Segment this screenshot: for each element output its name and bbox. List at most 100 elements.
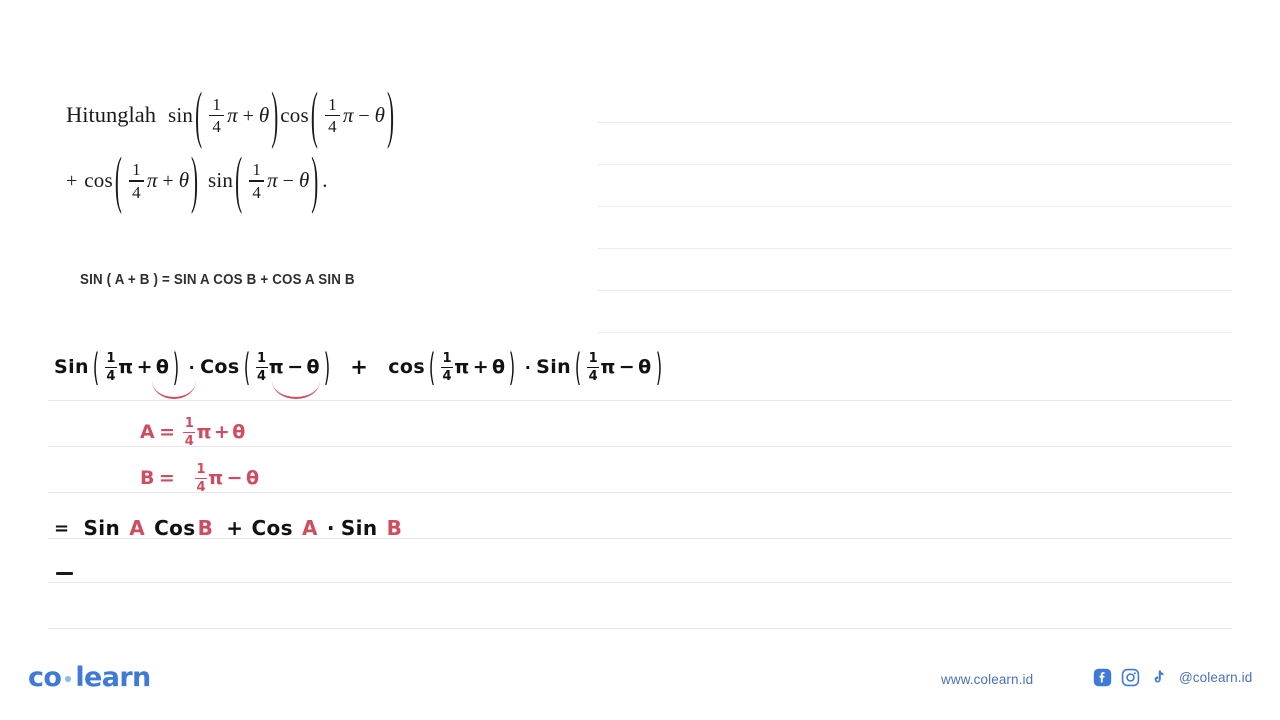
sin-label: Sin [54,356,89,379]
denominator: 4 [257,368,267,384]
fraction-one-fourth: 1 4 [183,416,196,448]
website-url[interactable]: www.colearn.id [941,672,1033,687]
close-paren: ) [311,142,319,217]
numerator: 1 [106,351,116,366]
theta-symbol: θ [178,168,190,193]
substitution-row: B = 1 4 π − θ [140,463,259,494]
pi-symbol: π [146,168,158,193]
instagram-icon[interactable] [1121,668,1140,687]
fraction-bar [183,431,196,434]
numerator: 1 [442,351,452,366]
colearn-logo: co learn [28,662,151,693]
handwriting-row: = Sin A Cos B + Cos A · Sin B [54,516,411,540]
logo-dot-icon [65,675,72,682]
multiplication-dot: · [326,516,335,540]
fraction-bar [324,115,340,117]
open-paren: ( [92,345,100,390]
rule-line [48,400,1232,401]
pi-symbol: π [342,103,354,128]
logo-text-learn: learn [75,662,151,693]
rule-line [598,122,1232,123]
pi-symbol: π [268,356,285,379]
social-links: @colearn.id [1093,668,1252,687]
open-paren: ( [243,345,250,390]
fraction-bar [128,180,144,182]
variable-b-label: B [386,516,403,540]
denominator: 4 [328,117,337,137]
fraction-bar [209,115,225,117]
variable-a-label: A [129,516,146,540]
close-paren: ) [191,142,199,217]
pi-symbol: π [454,356,470,379]
rule-line [598,206,1232,207]
social-handle: @colearn.id [1179,670,1253,685]
variable-b-label: B [140,467,155,490]
operator-minus: − [287,356,304,379]
fraction-one-fourth: 1 4 [105,351,118,384]
tiktok-icon[interactable] [1149,668,1168,687]
sin-label: Sin [536,356,572,379]
sin-label: Sin [340,516,378,540]
denominator: 4 [196,479,206,495]
fraction-one-fourth: 1 4 [441,351,454,384]
fraction-one-fourth: 1 4 [249,161,265,202]
pi-symbol: π [208,467,224,490]
question-lead: Hitunglah [66,102,156,128]
operator-plus: + [242,104,254,127]
facebook-icon[interactable] [1093,668,1112,687]
fraction-one-fourth: 1 4 [209,95,225,135]
numerator: 1 [196,462,206,477]
handwriting-row: Sin ( 1 4 π + θ ) · Cos ( 1 4 π − θ ) + [54,345,666,389]
operator-plus: + [66,169,78,192]
sin-label: sin [168,103,194,128]
operator-minus: − [358,104,370,127]
cos-label: Cos [200,356,240,379]
rule-line [48,582,1232,583]
underbrace-mark-a [152,381,196,399]
theta-symbol: θ [638,356,652,379]
cos-label: Cos [154,516,196,540]
handwriting-line-1: Sin ( 1 4 π + θ ) · Cos ( 1 4 π − θ ) + [54,345,666,389]
operator-minus: − [226,467,243,490]
close-paren: ) [323,345,331,390]
denominator: 4 [252,182,261,202]
numerator: 1 [212,95,221,114]
fraction-one-fourth: 1 4 [255,352,268,384]
theta-symbol: θ [245,467,260,490]
rule-line [598,248,1232,249]
close-paren: ) [386,77,394,151]
operator-plus: + [213,421,231,444]
operator-minus: − [618,356,636,379]
trig-identity-text: SIN ( A + B ) = SIN A COS B + COS A SIN … [80,272,355,288]
fraction-bar [587,366,600,369]
numerator: 1 [328,95,337,114]
fraction-bar [105,366,118,369]
fraction-bar [249,180,265,182]
close-paren: ) [271,77,279,151]
variable-a-label: A [301,516,318,540]
numerator: 1 [184,416,195,431]
rule-line [598,290,1232,291]
open-paren: ( [114,142,122,217]
logo-text-co: co [28,662,62,693]
equals-sign: = [54,517,70,539]
question-line-1: Hitunglah sin ( 1 4 π + θ ) cos ( 1 4 π … [66,82,536,146]
multiplication-dot: · [188,357,196,377]
fraction-one-fourth: 1 4 [587,352,600,383]
fraction-one-fourth: 1 4 [128,161,144,201]
theta-symbol: θ [492,356,506,379]
multiplication-dot: · [524,357,532,377]
denominator: 4 [442,368,452,384]
cos-label: cos [388,356,426,379]
rule-line [48,628,1232,629]
close-paren: ) [509,345,516,390]
theta-symbol: θ [232,421,246,444]
denominator: 4 [106,368,116,384]
pi-symbol: π [196,421,212,444]
open-paren: ( [428,345,436,390]
open-paren: ( [574,345,582,390]
handwriting-result-line: = Sin A Cos B + Cos A · Sin B [54,516,411,540]
pi-symbol: π [267,168,278,193]
substitution-a: A = 1 4 π + θ [140,417,246,448]
variable-a-label: A [140,421,156,444]
